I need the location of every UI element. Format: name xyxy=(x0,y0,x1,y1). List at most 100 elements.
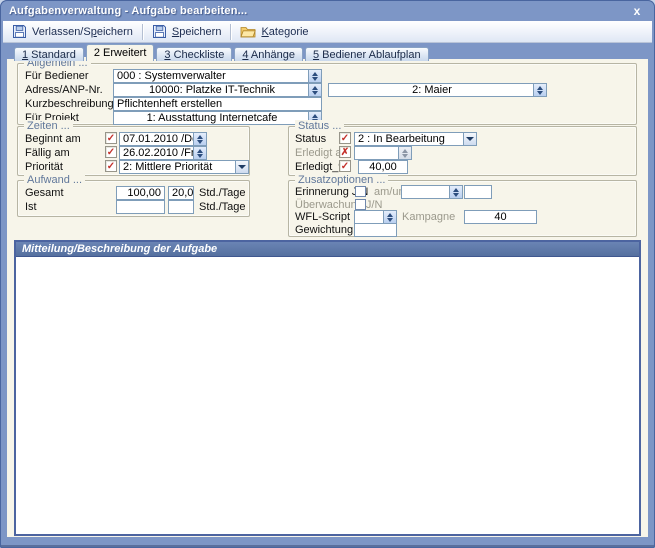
kampagne-label: Kampagne xyxy=(402,211,455,224)
open-folder-icon xyxy=(240,25,256,38)
group-aufwand-title: Aufwand ... xyxy=(24,174,85,186)
beginnt-am-value: 07.01.2010 /Do xyxy=(120,133,193,145)
ist-unit-label: Std./Tage xyxy=(199,201,245,214)
status-dropdown[interactable]: 2 : In Bearbeitung xyxy=(354,132,477,146)
close-button[interactable]: x xyxy=(628,3,646,18)
gesamt-stunden-value: 100,00 xyxy=(117,187,164,199)
message-textarea[interactable] xyxy=(16,258,639,534)
prioritaet-value: 2: Mittlere Priorität xyxy=(120,161,235,173)
tab-erweitert-label: 2 Erweitert xyxy=(94,47,147,59)
wfl-script-combo[interactable] xyxy=(354,210,397,224)
spinner-button[interactable] xyxy=(533,84,546,96)
toolbar-separator xyxy=(142,24,143,40)
status-label: Status xyxy=(295,133,326,146)
message-section: Mitteilung/Beschreibung der Aufgabe xyxy=(14,240,641,536)
dropdown-arrow-button[interactable] xyxy=(235,161,248,173)
spinner-button[interactable] xyxy=(308,84,321,96)
erledigt-am-date-field[interactable] xyxy=(354,146,412,160)
app-window: Aufgabenverwaltung - Aufgabe bearbeiten.… xyxy=(0,0,655,548)
title-bar: Aufgabenverwaltung - Aufgabe bearbeiten.… xyxy=(0,0,655,21)
toolbar-separator xyxy=(230,24,231,40)
gesamt-tage-value: 20,0 xyxy=(169,187,193,199)
beginnt-am-label: Beginnt am xyxy=(25,133,81,146)
contact-person-value: 2: Maier xyxy=(329,84,533,96)
prioritaet-label: Priorität xyxy=(25,161,63,174)
prioritaet-dropdown[interactable]: 2: Mittlere Priorität xyxy=(119,160,249,174)
faellig-am-date-field[interactable]: 26.02.2010 /Fr xyxy=(119,146,207,160)
spinner-button[interactable] xyxy=(308,70,321,82)
ist-stunden-field[interactable] xyxy=(116,200,165,214)
wfl-script-value xyxy=(355,211,383,223)
erinnerung-datum-value xyxy=(402,186,449,198)
exit-save-label: Verlassen/Speichern xyxy=(32,26,133,38)
group-aufwand: Aufwand ... Gesamt 100,00 20,0 Std./Tage… xyxy=(17,180,250,217)
ist-tage-value xyxy=(169,201,193,213)
group-status-title: Status ... xyxy=(295,120,344,132)
tab-bediener-ablaufplan-label: 5 Bediener Ablaufplan xyxy=(313,49,421,61)
group-allgemein: Allgemein ... Für Bediener 000 : Systemv… xyxy=(17,63,637,125)
prioritaet-check-icon[interactable]: ✓ xyxy=(105,160,117,172)
ueberwachung-checkbox[interactable] xyxy=(355,199,366,210)
spinner-button[interactable] xyxy=(383,211,396,223)
kampagne-field[interactable]: 40 xyxy=(464,210,537,224)
tab-checkliste[interactable]: 3 Checkliste xyxy=(156,47,232,61)
erledigt-am-cross-icon[interactable]: ✗ xyxy=(339,146,351,158)
gesamt-tage-field[interactable]: 20,0 xyxy=(168,186,194,200)
kampagne-value: 40 xyxy=(465,211,536,223)
gewichtung-field[interactable] xyxy=(354,223,397,237)
erinnerung-checkbox[interactable] xyxy=(355,186,366,197)
erledigt-pct-check-icon[interactable]: ✓ xyxy=(339,160,351,172)
contact-person-combo[interactable]: 2: Maier xyxy=(328,83,547,97)
window-title: Aufgabenverwaltung - Aufgabe bearbeiten.… xyxy=(9,5,628,17)
faellig-am-check-icon[interactable]: ✓ xyxy=(105,146,117,158)
category-button[interactable]: Kategorie xyxy=(234,22,314,42)
tab-erweitert[interactable]: 2 Erweitert xyxy=(86,44,155,61)
erledigt-pct-field[interactable]: 40,00 xyxy=(358,160,408,174)
gewichtung-label: Gewichtung xyxy=(295,224,353,237)
beginnt-am-date-field[interactable]: 07.01.2010 /Do xyxy=(119,132,207,146)
tab-anhaenge-label: 4 Anhänge xyxy=(242,49,295,61)
spinner-button[interactable] xyxy=(193,133,206,145)
adress-anp-combo[interactable]: 10000: Platzke IT-Technik xyxy=(113,83,322,97)
beginnt-am-check-icon[interactable]: ✓ xyxy=(105,132,117,144)
category-label: Kategorie xyxy=(261,26,308,38)
floppy-icon xyxy=(152,24,167,39)
tab-bediener-ablaufplan[interactable]: 5 Bediener Ablaufplan xyxy=(305,47,429,61)
ist-label: Ist xyxy=(25,201,37,214)
erinnerung-datum-combo[interactable] xyxy=(401,185,463,199)
tab-anhaenge[interactable]: 4 Anhänge xyxy=(234,47,303,61)
ist-tage-field[interactable] xyxy=(168,200,194,214)
status-check-icon[interactable]: ✓ xyxy=(339,132,351,144)
tab-standard[interactable]: 1 Standard xyxy=(14,47,84,61)
kurzbeschreibung-value: Pflichtenheft erstellen xyxy=(114,98,321,110)
tab-checkliste-label: 3 Checkliste xyxy=(164,49,224,61)
spinner-button[interactable] xyxy=(449,186,462,198)
erledigt-am-value xyxy=(355,147,398,159)
erledigt-pct-value: 40,00 xyxy=(359,161,407,173)
gewichtung-value xyxy=(355,224,396,236)
kurzbeschreibung-input[interactable]: Pflichtenheft erstellen xyxy=(113,97,322,111)
form-panel: Allgemein ... Für Bediener 000 : Systemv… xyxy=(7,59,648,537)
group-zusatzoptionen: Zusatzoptionen ... Erinnerung J/N am/um … xyxy=(288,180,637,237)
faellig-am-value: 26.02.2010 /Fr xyxy=(120,147,193,159)
fuer-bediener-combo[interactable]: 000 : Systemverwalter xyxy=(113,69,322,83)
wfl-script-label: WFL-Script xyxy=(295,211,350,224)
ist-stunden-value xyxy=(117,201,164,213)
save-button[interactable]: Speichern xyxy=(146,22,228,42)
erinnerung-zeit-field[interactable] xyxy=(464,185,492,199)
adress-anp-value: 10000: Platzke IT-Technik xyxy=(114,84,308,96)
floppy-icon xyxy=(12,24,27,39)
adress-anp-label: Adress/ANP-Nr. xyxy=(25,84,103,97)
exit-save-button[interactable]: Verlassen/Speichern xyxy=(6,22,139,42)
dropdown-arrow-button[interactable] xyxy=(463,133,476,145)
spinner-button[interactable] xyxy=(193,147,206,159)
save-label: Speichern xyxy=(172,26,222,38)
tab-standard-label: 1 Standard xyxy=(22,49,76,61)
fuer-projekt-value: 1: Ausstattung Internetcafe xyxy=(114,112,308,124)
fuer-projekt-combo[interactable]: 1: Ausstattung Internetcafe xyxy=(113,111,322,125)
gesamt-stunden-field[interactable]: 100,00 xyxy=(116,186,165,200)
faellig-am-label: Fällig am xyxy=(25,147,70,160)
spinner-button[interactable] xyxy=(398,147,411,159)
group-zeiten-title: Zeiten ... xyxy=(24,120,73,132)
group-status: Status ... Status ✓ 2 : In Bearbeitung E… xyxy=(288,126,637,176)
